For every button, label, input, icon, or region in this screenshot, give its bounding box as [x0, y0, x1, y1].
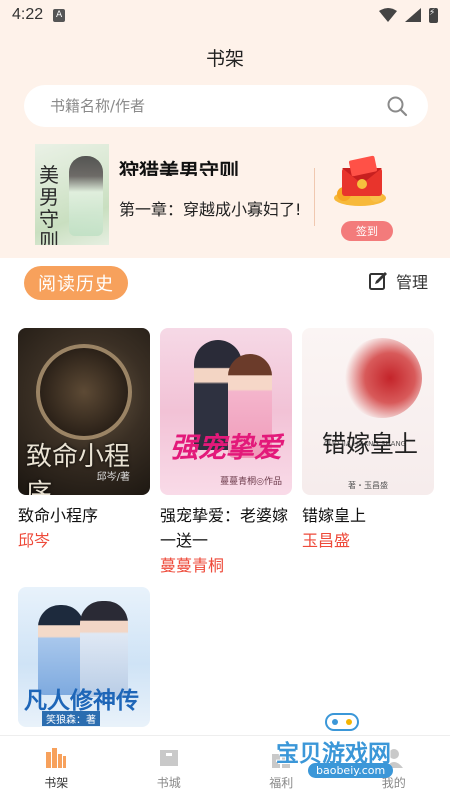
bookstore-icon	[159, 749, 178, 766]
edit-icon	[368, 272, 387, 290]
sim-icon: A	[53, 8, 66, 22]
cover-subtext-2: 著・玉昌盛	[348, 481, 388, 490]
book-item[interactable]: 致命小程序 邱岑/著 致命小程序 邱岑	[18, 328, 150, 553]
book-title: 致命小程序	[18, 506, 99, 525]
nav-label: 书城	[156, 775, 181, 790]
nav-bookstore[interactable]: 书城	[113, 736, 226, 800]
book-item[interactable]: CUO JIA HUANG SHANG 错嫁皇上 著・玉昌盛 错嫁皇上 玉昌盛	[302, 328, 434, 553]
bottom-navigation: 书架 书城 福利 我的	[0, 735, 450, 800]
search-input[interactable]	[50, 97, 386, 115]
status-icons	[379, 7, 438, 23]
cover-subtext: 邱岑/著	[96, 472, 130, 483]
cover-text: 强宠挚爱	[170, 431, 283, 464]
manage-label: 管理	[395, 273, 428, 292]
cover-text: 致命小程序	[26, 442, 131, 495]
gamepad-icon	[325, 713, 359, 731]
clock-art	[36, 344, 132, 440]
signal-icon	[405, 8, 421, 22]
book-cover[interactable]: 致命小程序 邱岑/著	[18, 328, 150, 495]
cover-subtext: 笑狼森：著	[42, 711, 100, 726]
signin-button[interactable]: 签到	[341, 221, 393, 241]
nav-label: 我的	[381, 775, 406, 790]
cover-subtext: 蔓蔓青桐◎作品	[220, 477, 282, 487]
cover-text: 错嫁皇上	[322, 430, 418, 458]
current-book-cover[interactable]: 美男守则	[35, 144, 109, 245]
gift-icon	[272, 753, 291, 768]
book-cover[interactable]: 凡人修神传 笑狼森：著	[18, 587, 150, 727]
battery-icon	[429, 7, 438, 23]
nav-label: 福利	[269, 775, 294, 790]
book-title: 错嫁皇上	[302, 506, 367, 525]
book-item[interactable]: 凡人修神传 笑狼森：著	[18, 587, 150, 727]
divider	[314, 168, 315, 226]
nav-welfare[interactable]: 福利	[225, 736, 338, 800]
manage-button[interactable]: 管理	[368, 269, 428, 293]
nav-bookshelf[interactable]: 书架	[0, 736, 113, 800]
current-chapter[interactable]: 第一章：穿越成小寡妇了!	[119, 198, 307, 222]
book-item[interactable]: 强宠挚爱 蔓蔓青桐◎作品 强宠挚爱：老婆嫁一送一 蔓蔓青桐	[160, 328, 292, 578]
book-cover[interactable]: 强宠挚爱 蔓蔓青桐◎作品	[160, 328, 292, 495]
current-cover-title: 美男守则	[39, 163, 59, 245]
book-title: 强宠挚爱：老婆嫁一送一	[160, 506, 289, 550]
wifi-icon	[379, 8, 397, 22]
profile-icon	[384, 748, 403, 768]
reading-history-tab[interactable]: 阅读历史	[24, 266, 128, 300]
cover-figure	[342, 338, 422, 418]
nav-label: 书架	[44, 775, 69, 790]
bookshelf-icon	[46, 747, 67, 768]
current-book-title[interactable]: 狩猎美男守则	[119, 154, 309, 176]
search-bar[interactable]	[24, 85, 428, 127]
book-author: 邱岑	[18, 531, 51, 550]
book-author: 玉昌盛	[302, 531, 351, 550]
book-author: 蔓蔓青桐	[160, 556, 225, 575]
red-envelope-gift-icon[interactable]	[330, 148, 396, 214]
cover-text: 凡人修神传	[24, 687, 139, 714]
search-icon[interactable]	[386, 95, 408, 117]
status-bar: 4:22 A	[0, 0, 450, 30]
page-title: 书架	[205, 48, 244, 70]
nav-profile[interactable]: 我的	[338, 736, 450, 800]
status-time: 4:22	[12, 6, 44, 23]
book-cover[interactable]: CUO JIA HUANG SHANG 错嫁皇上 著・玉昌盛	[302, 328, 434, 495]
cover-figure	[69, 156, 103, 236]
